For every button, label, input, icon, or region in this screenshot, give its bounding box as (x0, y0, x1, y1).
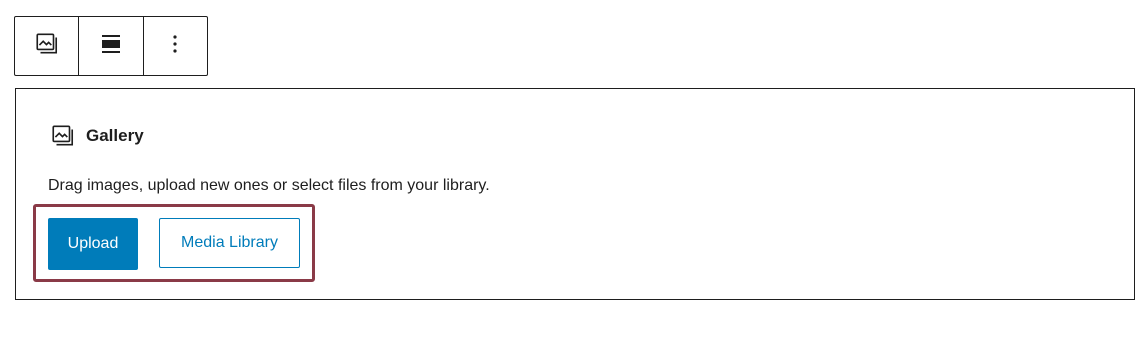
gallery-icon (34, 31, 60, 62)
more-options-icon (163, 32, 187, 61)
align-button[interactable] (79, 17, 144, 75)
align-icon (99, 32, 123, 61)
gallery-placeholder: Gallery Drag images, upload new ones or … (15, 88, 1135, 300)
gallery-icon (50, 123, 76, 149)
more-options-button[interactable] (144, 17, 207, 75)
instructions-text: Drag images, upload new ones or select f… (48, 177, 490, 194)
block-toolbar (14, 16, 208, 76)
block-label: Gallery (50, 123, 144, 149)
upload-button[interactable]: Upload (48, 218, 138, 270)
block-type-button[interactable] (15, 17, 80, 75)
media-library-button[interactable]: Media Library (159, 218, 300, 268)
block-title: Gallery (86, 126, 144, 145)
